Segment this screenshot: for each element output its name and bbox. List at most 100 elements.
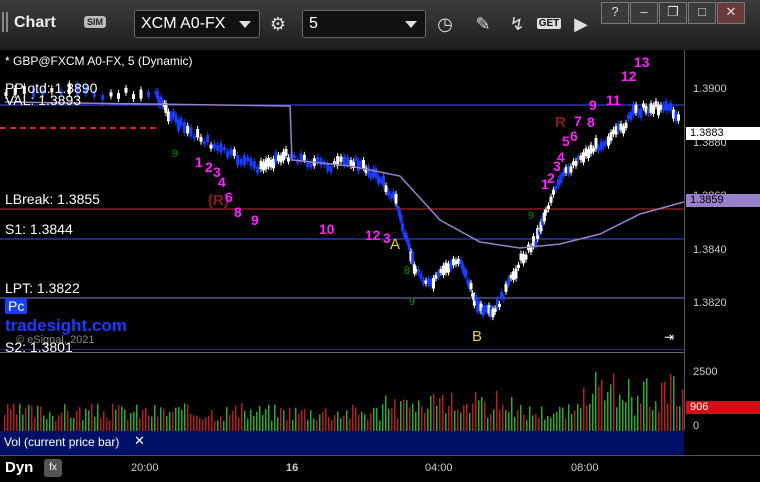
volume-bar [61,412,63,431]
volume-bar [133,411,135,431]
count-label: 4 [557,149,565,165]
window-title: Chart [14,14,56,31]
time-axis[interactable]: Dyn fx 20:00 16 04:00 08:00 [0,455,760,482]
interval-value: 5 [309,15,318,32]
candle [246,157,250,162]
volume-bar [403,399,405,431]
volume-bar [445,413,447,431]
volume-bar [37,405,39,431]
grip-icon[interactable] [2,12,4,32]
price-tick: 1.3820 [693,297,727,309]
scroll-end-icon[interactable]: ⇥ [664,330,674,344]
grip-icon[interactable] [6,12,8,32]
candle [179,118,183,126]
volume-bar [238,417,240,431]
volume-chart[interactable] [0,352,684,431]
volume-bar [130,413,132,431]
volume-bar [103,411,105,431]
volume-bar [460,412,462,431]
candle [639,108,643,118]
volume-tick: 2500 [693,366,718,378]
setup-count: 8 [404,265,411,277]
volume-bar [31,405,33,431]
time-tick: 20:00 [131,462,159,474]
volume-bar [676,405,678,431]
study-icon[interactable]: ↯ [504,11,530,37]
count-label: 3 [383,230,391,246]
candle [524,254,528,260]
volume-bar [160,407,162,431]
volume-bar [4,415,6,431]
candle [147,91,150,97]
volume-bar [181,409,183,431]
candle [109,92,113,97]
volume-bar [622,399,624,431]
candle [292,154,296,158]
volume-bar [643,381,645,431]
volume-bar [364,414,366,431]
volume-bar [58,415,60,431]
volume-bar [463,405,465,431]
candle [242,155,246,166]
interval-select[interactable]: 5 [302,10,426,38]
candle [222,147,226,151]
pencil-icon[interactable]: ✎ [470,11,496,37]
candle [252,161,256,169]
volume-bar [202,419,204,431]
volume-bar [304,409,306,431]
symbol-select[interactable]: XCM A0-FX [134,10,260,38]
volume-bar [139,418,141,431]
candle [419,273,423,280]
restore-button[interactable]: ❐ [659,2,687,24]
volume-bar [613,373,615,431]
volume-bar [592,394,594,431]
dynamic-mode[interactable]: Dyn [5,459,33,476]
price-chart-canvas [0,80,685,351]
volume-bar [598,386,600,431]
last-price-box: 1.3883 [686,127,760,140]
volume-bar [541,406,543,431]
gear-icon[interactable]: ⚙ [265,11,291,37]
help-button[interactable]: ? [601,2,629,24]
candle [507,278,510,286]
volume-bar [268,404,270,431]
maximize-button[interactable]: □ [688,2,716,24]
minimize-button[interactable]: – [630,2,658,24]
price-chart[interactable]: * GBP@FXCM A0-FX, 5 (Dynamic) PP otd: 1.… [0,50,685,355]
close-icon[interactable]: ✕ [134,433,145,449]
volume-bar [637,395,639,431]
price-axis[interactable]: 1.3900 1.3880 1.3860 1.3840 1.3820 2500 … [684,50,760,432]
count-label: 6 [570,128,578,144]
fx-icon[interactable]: fx [44,459,62,477]
candle [382,175,385,186]
candle [407,243,411,250]
volume-bar [682,389,684,431]
volume-bar [55,420,57,431]
volume-bar [157,416,159,431]
volume-bar [217,420,219,431]
volume-bar [79,407,81,431]
volume-bar [433,393,435,431]
candle [401,223,405,232]
volume-bar [142,410,144,431]
volume-bar [28,404,30,431]
get-data-button[interactable]: GET [536,11,562,37]
volume-bar [406,400,408,431]
volume-bar [43,415,45,431]
clock-icon[interactable]: ◷ [432,11,458,37]
volume-bar [91,403,93,431]
volume-bar [361,411,363,431]
close-button[interactable]: ✕ [717,2,745,24]
volume-bar [409,407,411,431]
volume-bar [505,410,507,431]
volume-bar [190,413,192,431]
volume-bar [187,404,189,431]
volume-bar [376,407,378,431]
chevron-down-icon [239,21,251,28]
play-icon[interactable]: ▶ [568,11,594,37]
volume-bar [325,408,327,431]
volume-bar [220,416,222,431]
volume-bar [517,410,519,431]
volume-bar [430,396,432,431]
volume-bar [145,407,147,431]
